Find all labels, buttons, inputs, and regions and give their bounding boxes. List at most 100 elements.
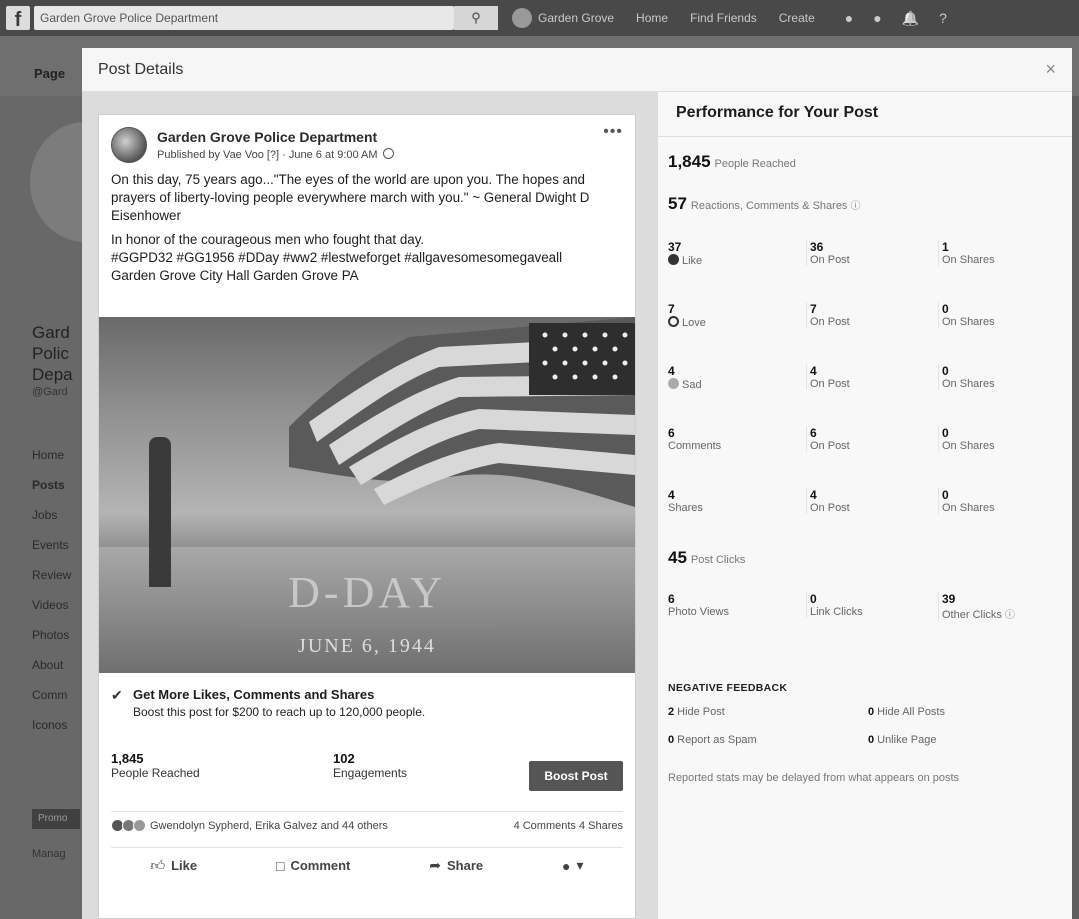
sad-icon [668,378,679,389]
like-total: 37 [668,240,682,254]
comments-shares-count[interactable]: 4 Comments 4 Shares [514,820,623,832]
reaction-icons[interactable] [111,819,146,832]
promo-title: Get More Likes, Comments and Shares [133,687,375,702]
sidebar-item-events[interactable]: Events [32,538,71,568]
background-page-handle: @Gard [32,386,68,398]
image-flag [289,317,635,507]
engagements-value: 102 [333,751,355,766]
avatar [512,8,532,28]
unlike-page-label: Unlike Page [877,734,937,746]
boost-promo: ✔ Get More Likes, Comments and Shares Bo… [111,687,623,719]
performance-title: Performance for Your Post [676,104,879,121]
more-options-icon[interactable]: ••• [603,123,623,141]
post-text-paragraph: On this day, 75 years ago..."The eyes of… [111,172,590,223]
page-name-line: Gard [32,323,70,342]
love-total-cell: 7 Love [668,302,796,329]
sidebar-item-photos[interactable]: Photos [32,628,71,658]
comments-total-cell: 6 Comments [668,426,796,452]
info-icon[interactable]: ⓘ [850,201,860,212]
sidebar-item-about[interactable]: About [32,658,71,688]
hide-all-posts-label: Hide All Posts [877,706,945,718]
share-arrow-icon: ➦ [429,857,441,873]
sad-total-cell: 4 Sad [668,364,796,391]
post-image[interactable]: D-DAY JUNE 6, 1944 [99,317,635,673]
post-as-selector[interactable]: ● ▾ [562,857,584,874]
other-clicks-value: 39 [942,592,956,606]
page-avatar[interactable] [111,127,147,163]
search-input[interactable]: Garden Grove Police Department [34,6,454,30]
post-card: Garden Grove Police Department Published… [98,114,636,919]
like-on-shares-value: 1 [942,240,949,254]
report-spam-stat: 0 Report as Spam [668,734,757,746]
check-icon: ✔ [111,687,123,703]
globe-icon [382,148,394,159]
sidebar-item-reviews[interactable]: Review [32,568,71,598]
shares-on-shares-cell: 0 On Shares [938,488,1066,514]
nav-home-link[interactable]: Home [636,11,668,25]
profile-link[interactable]: Garden Grove [512,8,614,28]
sidebar-item-iconos[interactable]: Iconos [32,718,71,748]
messages-icon[interactable]: ● [873,10,881,27]
love-on-post-value: 7 [810,302,817,316]
like-icon [668,254,679,265]
like-on-shares-cell: 1 On Shares [938,240,1066,266]
friend-requests-icon[interactable]: ● [845,10,853,27]
people-reached-value: 1,845 [111,751,144,766]
nav-find-friends-link[interactable]: Find Friends [690,11,757,25]
chevron-down-icon: ▾ [576,857,584,873]
stats-delay-note: Reported stats may be delayed from what … [668,772,960,784]
share-label: Share [447,858,484,873]
comment-label: Comment [290,858,351,873]
post-location[interactable]: Garden Grove City Hall Garden Grove PA [111,267,623,285]
page-avatar-icon: ● [562,857,571,874]
sad-reaction-icon [133,819,146,832]
background-manage-link[interactable]: Manag [32,848,66,860]
people-reached-stat: 1,845 People Reached [111,751,200,780]
share-button[interactable]: ➦ Share [429,857,483,874]
help-icon[interactable]: ? [939,10,947,27]
background-tab-page[interactable]: Page [34,66,65,81]
top-icon-group: ● ● 🔔 ? [845,10,947,27]
image-date-text: JUNE 6, 1944 [298,635,436,657]
post-hashtags[interactable]: #GGPD32 #GG1956 #DDay #ww2 #lestweforget… [111,249,623,267]
modal-title: Post Details [98,60,184,78]
notifications-icon[interactable]: 🔔 [902,10,919,27]
like-button[interactable]: 👍︎ Like [150,857,197,874]
sad-row: 4 Sad 4 On Post 0 On Shares [668,364,1068,400]
people-reached-label: People Reached [111,766,200,780]
comment-button[interactable]: □ Comment [276,858,350,874]
facebook-logo-icon[interactable]: f [6,6,30,30]
love-on-shares-cell: 0 On Shares [938,302,1066,328]
close-icon[interactable]: × [1045,59,1056,80]
like-label: Like [682,255,703,267]
info-icon[interactable]: ⓘ [1005,610,1015,621]
reactors-text[interactable]: Gwendolyn Sypherd, Erika Galvez and 44 o… [150,820,388,832]
nav-create-link[interactable]: Create [779,11,815,25]
background-page-name: Gard Polic Depa [32,322,73,385]
sidebar-item-community[interactable]: Comm [32,688,71,718]
boost-post-button[interactable]: Boost Post [529,761,623,791]
comments-on-post-value: 6 [810,426,817,440]
image-title-text: D-DAY [288,568,446,617]
sad-on-shares-value: 0 [942,364,949,378]
reactions-line: 57 Reactions, Comments & Shares ⓘ [668,194,860,214]
promo-subtitle: Boost this post for $200 to reach up to … [133,705,426,719]
love-label: Love [682,317,706,329]
other-clicks-cell: 39 Other Clicks ⓘ [938,592,1066,621]
link-clicks-cell: 0 Link Clicks [806,592,934,618]
sad-label: Sad [682,379,702,391]
sidebar-item-home[interactable]: Home [32,448,71,478]
sidebar-item-posts[interactable]: Posts [32,478,71,508]
post-page-name[interactable]: Garden Grove Police Department [157,129,394,145]
like-on-post-value: 36 [810,240,824,254]
sidebar-item-jobs[interactable]: Jobs [32,508,71,538]
sidebar-item-videos[interactable]: Videos [32,598,71,628]
background-promote-button[interactable]: Promo [32,809,80,829]
like-total-cell: 37 Like [668,240,796,267]
search-icon[interactable]: ⚲ [454,6,498,30]
post-clicks-line: 45 Post Clicks [668,548,745,568]
engagements-stat: 102 Engagements [333,751,407,780]
on-shares-label: On Shares [942,254,995,266]
comments-label: Comments [668,440,722,452]
shares-total: 4 [668,488,675,502]
